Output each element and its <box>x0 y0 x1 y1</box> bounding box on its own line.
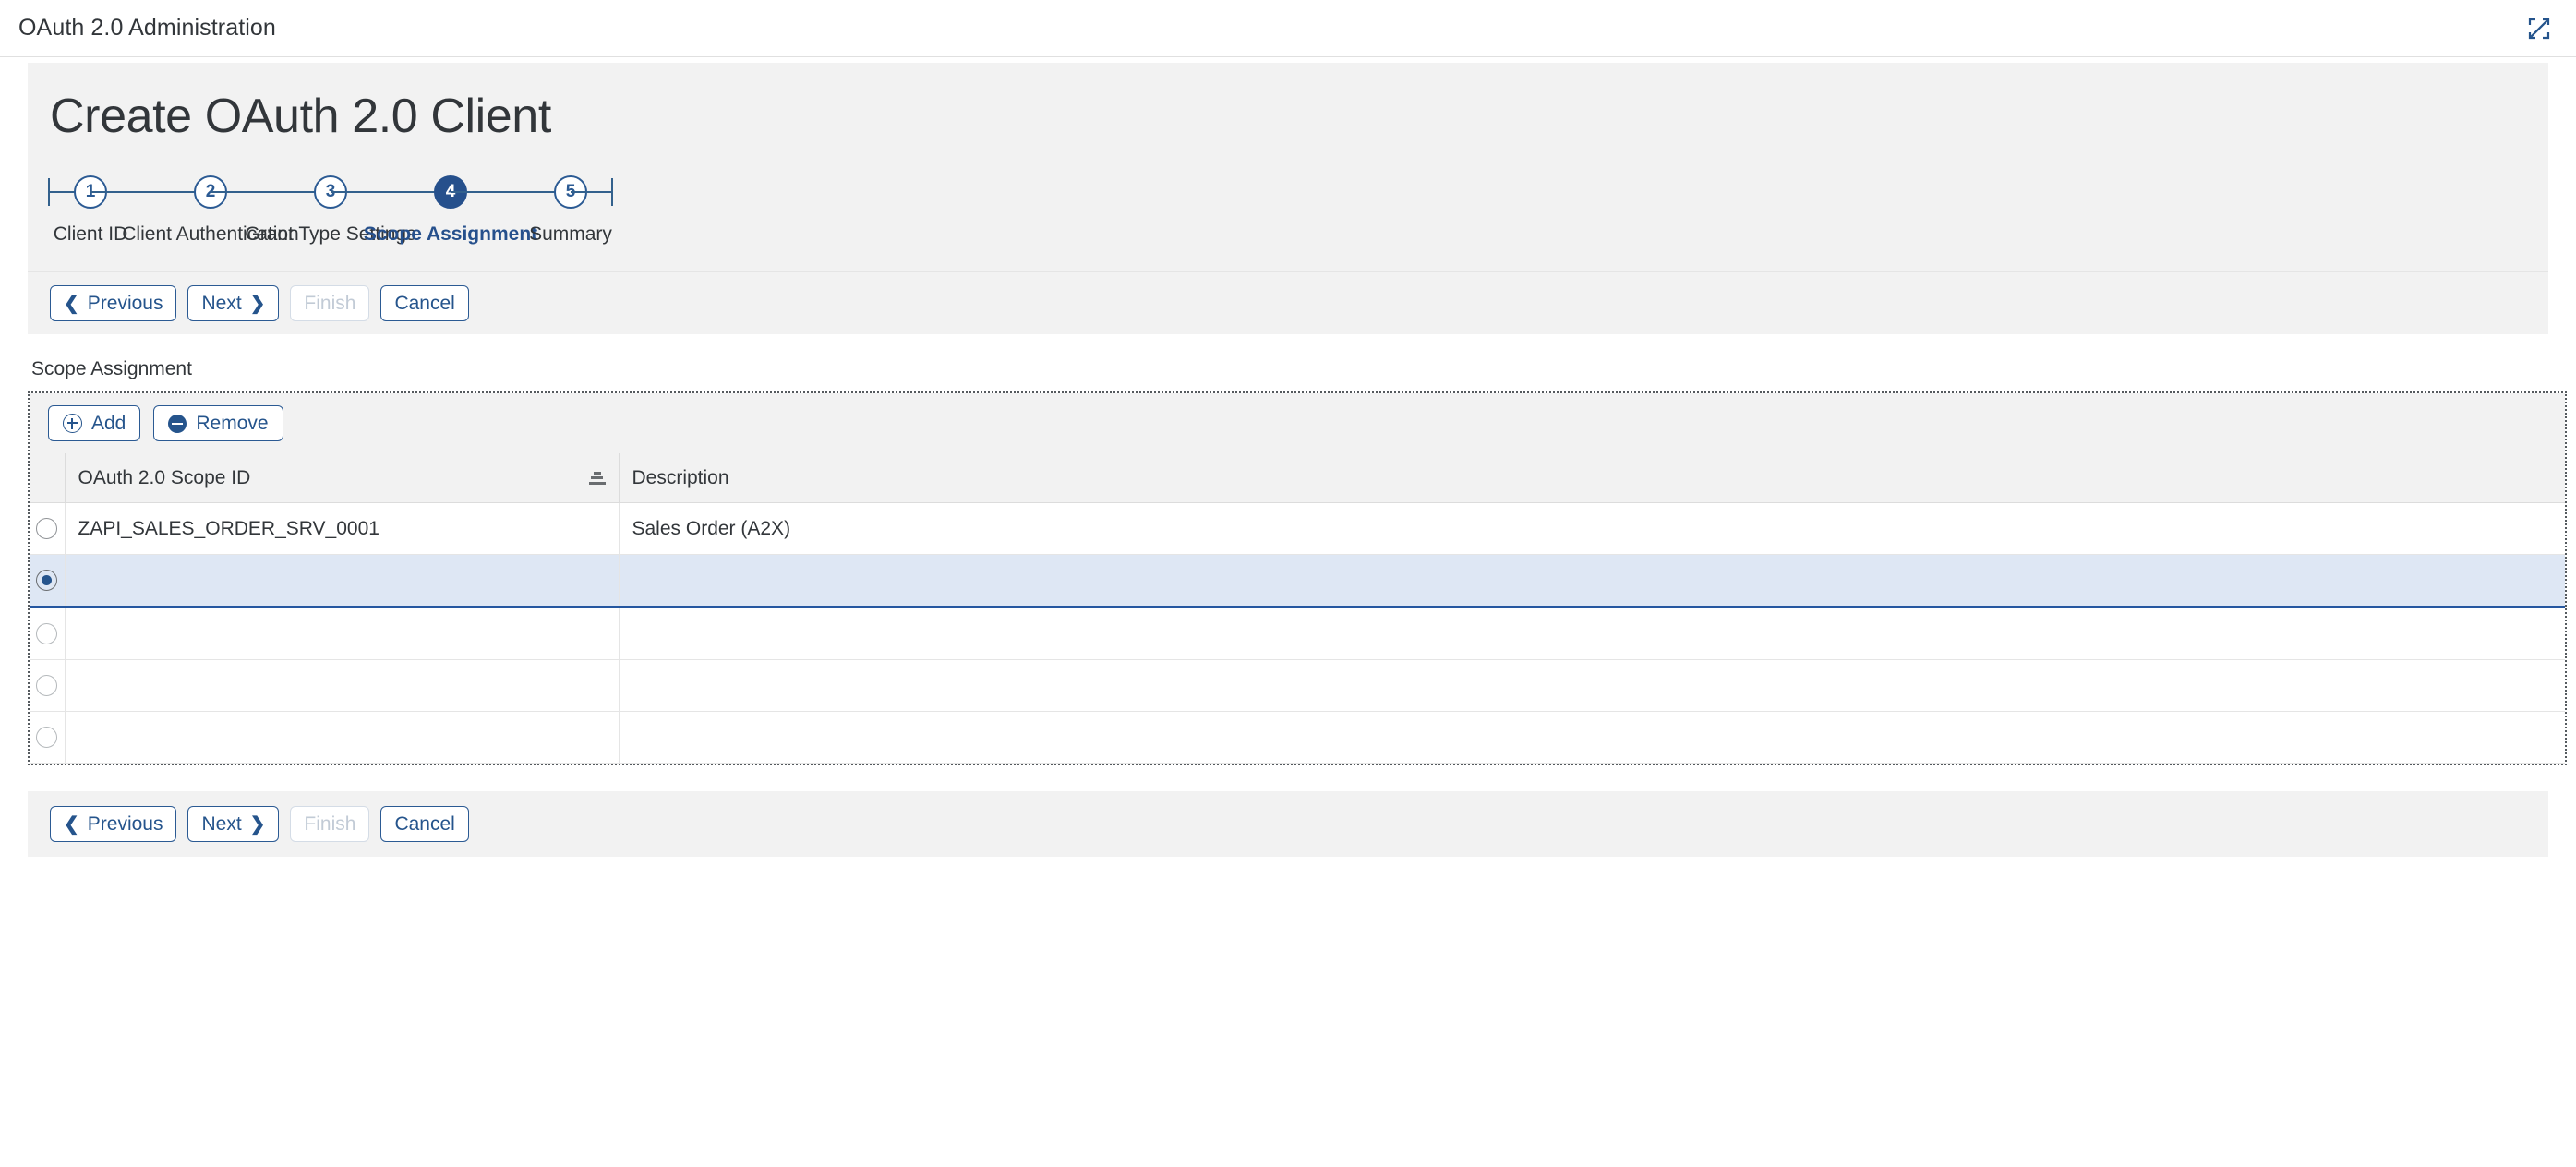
cancel-button-top[interactable]: Cancel <box>380 285 468 321</box>
wizard-panel: Create OAuth 2.0 Client 1 Client ID 2 Cl… <box>28 63 2548 334</box>
wizard-connector-3 <box>331 191 451 193</box>
page-title: Create OAuth 2.0 Client <box>28 63 2548 144</box>
row-radio-button[interactable] <box>36 675 57 696</box>
wizard-connector-1 <box>90 191 211 193</box>
cell-description[interactable] <box>619 555 2565 608</box>
table-toolbar: Add Remove <box>30 393 2565 453</box>
wizard-step-indicator: 1 Client ID 2 Client Authentication 3 Gr… <box>28 144 2548 271</box>
circle-plus-icon <box>63 414 82 433</box>
cell-scope-id[interactable] <box>65 608 619 660</box>
cell-description[interactable]: Sales Order (A2X) <box>619 503 2565 555</box>
cell-description[interactable] <box>619 608 2565 660</box>
remove-button-label: Remove <box>196 413 268 435</box>
wizard-step-5-label[interactable]: Summary <box>529 223 612 246</box>
row-radio-button[interactable] <box>36 727 57 748</box>
cancel-button-bottom[interactable]: Cancel <box>380 806 468 842</box>
table-row[interactable]: ZAPI_SALES_ORDER_SRV_0001 Sales Order (A… <box>30 503 2565 555</box>
chevron-left-icon: ❮ <box>64 815 79 834</box>
wizard-connector-2 <box>211 191 331 193</box>
app-header: OAuth 2.0 Administration <box>0 0 2576 57</box>
cell-scope-id[interactable] <box>65 555 619 608</box>
column-header-description-label: Description <box>632 467 729 488</box>
circle-minus-icon <box>168 415 187 433</box>
next-button-bottom-label: Next <box>201 813 241 836</box>
chevron-right-icon: ❯ <box>250 815 266 834</box>
row-radio-button[interactable] <box>36 623 57 644</box>
table-row[interactable] <box>30 608 2565 660</box>
sort-ascending-icon[interactable] <box>589 472 606 485</box>
column-header-scope-id-label: OAuth 2.0 Scope ID <box>78 467 251 489</box>
row-select-cell[interactable] <box>30 503 65 555</box>
wizard-nav-bar-top: ❮ Previous Next ❯ Finish Cancel <box>28 271 2548 334</box>
scope-assignment-table: OAuth 2.0 Scope ID Description ZAPI_SALE… <box>30 453 2565 764</box>
wizard-connector-4 <box>451 191 571 193</box>
expand-full-screen-icon[interactable] <box>2522 12 2556 45</box>
finish-button-bottom: Finish <box>290 806 369 842</box>
wizard-end-cap <box>571 175 613 209</box>
cell-scope-id[interactable] <box>65 712 619 764</box>
cell-description[interactable] <box>619 712 2565 764</box>
table-header-row: OAuth 2.0 Scope ID Description <box>30 453 2565 503</box>
previous-button-top-label: Previous <box>88 293 163 315</box>
table-row[interactable] <box>30 712 2565 764</box>
previous-button-top[interactable]: ❮ Previous <box>50 285 176 321</box>
wizard-step-1-label[interactable]: Client ID <box>54 223 128 246</box>
cancel-button-top-label: Cancel <box>394 293 454 315</box>
row-select-cell[interactable] <box>30 608 65 660</box>
finish-button-bottom-label: Finish <box>304 813 355 836</box>
finish-button-top-label: Finish <box>304 293 355 315</box>
row-radio-button[interactable] <box>36 570 57 591</box>
chevron-right-icon: ❯ <box>250 295 266 313</box>
section-title: Scope Assignment <box>0 334 2576 391</box>
next-button-top[interactable]: Next ❯ <box>187 285 279 321</box>
select-all-header <box>30 453 65 503</box>
wizard-step-4-label[interactable]: Scope Assignment <box>364 223 537 246</box>
add-button[interactable]: Add <box>48 405 140 441</box>
finish-button-top: Finish <box>290 285 369 321</box>
cancel-button-bottom-label: Cancel <box>394 813 454 836</box>
wizard-nav-bar-bottom: ❮ Previous Next ❯ Finish Cancel <box>28 791 2548 857</box>
table-row[interactable] <box>30 660 2565 712</box>
next-button-top-label: Next <box>201 293 241 315</box>
row-select-cell[interactable] <box>30 555 65 608</box>
row-radio-button[interactable] <box>36 518 57 539</box>
column-header-description[interactable]: Description <box>619 453 2565 503</box>
app-title: OAuth 2.0 Administration <box>18 15 276 42</box>
add-button-label: Add <box>91 413 126 435</box>
scope-assignment-table-panel: Add Remove OAuth 2.0 Scope ID Descriptio… <box>28 391 2567 765</box>
previous-button-bottom-label: Previous <box>88 813 163 836</box>
chevron-left-icon: ❮ <box>64 295 79 313</box>
column-header-scope-id[interactable]: OAuth 2.0 Scope ID <box>65 453 619 503</box>
cell-description[interactable] <box>619 660 2565 712</box>
previous-button-bottom[interactable]: ❮ Previous <box>50 806 176 842</box>
remove-button[interactable]: Remove <box>153 405 283 441</box>
cell-scope-id[interactable] <box>65 660 619 712</box>
row-select-cell[interactable] <box>30 712 65 764</box>
row-select-cell[interactable] <box>30 660 65 712</box>
cell-scope-id[interactable]: ZAPI_SALES_ORDER_SRV_0001 <box>65 503 619 555</box>
table-row[interactable] <box>30 555 2565 608</box>
next-button-bottom[interactable]: Next ❯ <box>187 806 279 842</box>
